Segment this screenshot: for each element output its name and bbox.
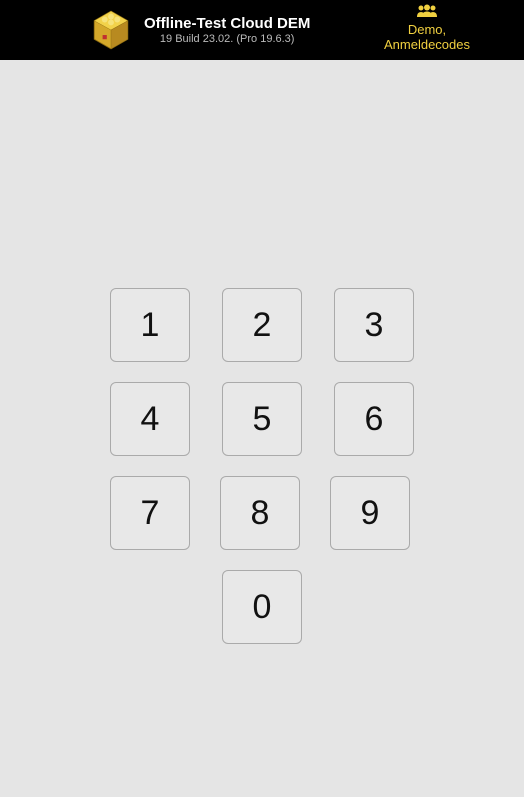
key-0[interactable]: 0 [222, 570, 302, 644]
user-line2: Anmeldecodes [384, 37, 470, 53]
key-5[interactable]: 5 [222, 382, 302, 456]
keypad-row-4: 0 [110, 570, 414, 644]
app-title: Offline-Test Cloud DEM [144, 15, 310, 32]
key-4[interactable]: 4 [110, 382, 190, 456]
keypad-row-3: 7 8 9 [110, 476, 414, 550]
title-block: Offline-Test Cloud DEM 19 Build 23.02. (… [144, 15, 310, 45]
app-subtitle: 19 Build 23.02. (Pro 19.6.3) [160, 33, 295, 45]
user-info-block[interactable]: Demo, Anmeldecodes [384, 4, 470, 53]
key-7[interactable]: 7 [110, 476, 190, 550]
numeric-keypad: 1 2 3 4 5 6 7 8 9 0 [110, 288, 414, 644]
key-2[interactable]: 2 [222, 288, 302, 362]
key-8[interactable]: 8 [220, 476, 300, 550]
key-9[interactable]: 9 [330, 476, 410, 550]
header-bar: Offline-Test Cloud DEM 19 Build 23.02. (… [0, 0, 524, 60]
key-1[interactable]: 1 [110, 288, 190, 362]
keypad-area: 1 2 3 4 5 6 7 8 9 0 [0, 60, 524, 644]
key-6[interactable]: 6 [334, 382, 414, 456]
key-3[interactable]: 3 [334, 288, 414, 362]
app-logo-icon [90, 9, 132, 51]
people-icon [416, 4, 438, 21]
user-line1: Demo, [408, 22, 446, 38]
